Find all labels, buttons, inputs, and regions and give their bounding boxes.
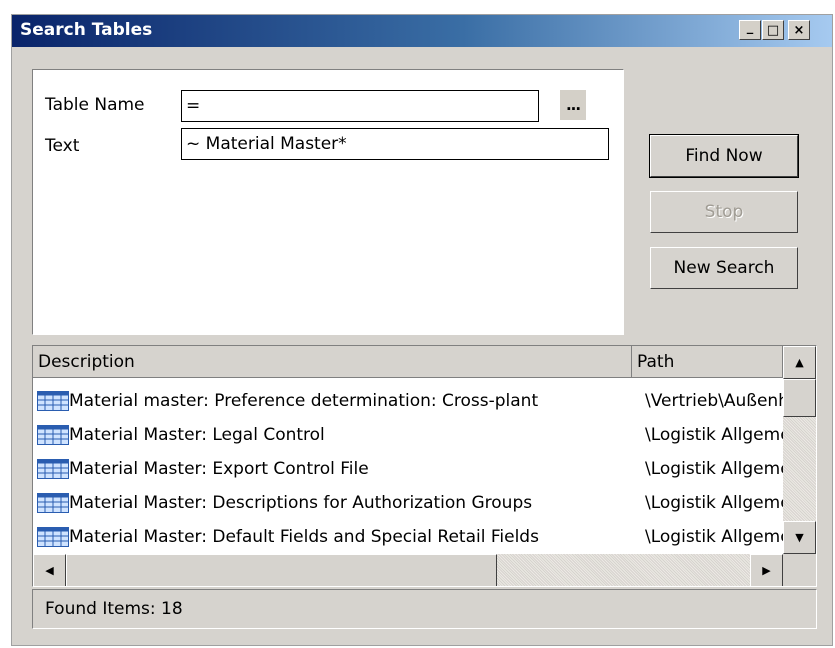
search-tables-window: Search Tables _ □ × Table Name = ... Tex… — [11, 14, 833, 646]
row-description: Material master: Preference determinatio… — [69, 391, 539, 411]
found-items-text: Found Items: 18 — [45, 599, 183, 619]
arrow-down-icon: ▼ — [795, 531, 804, 544]
status-bar: Found Items: 18 — [32, 589, 817, 629]
table-name-input[interactable]: = — [181, 90, 539, 122]
horizontal-scroll-thumb[interactable] — [66, 554, 497, 586]
results-list[interactable]: Description Path Material master: Prefer… — [32, 345, 817, 587]
table-row[interactable]: Material Master: Export Control File \Lo… — [33, 452, 783, 486]
table-row[interactable]: Material Master: Descriptions for Author… — [33, 486, 783, 520]
scroll-right-button[interactable]: ▶ — [750, 554, 783, 586]
table-icon — [37, 391, 69, 411]
row-path: \Vertrieb\Außenh — [645, 391, 783, 411]
close-button[interactable]: × — [788, 20, 810, 40]
minimize-icon: _ — [746, 19, 754, 35]
arrow-right-icon: ▶ — [762, 564, 771, 577]
table-icon — [37, 459, 69, 479]
table-icon — [37, 425, 69, 445]
scroll-up-button[interactable]: ▲ — [783, 346, 816, 379]
browse-button[interactable]: ... — [560, 90, 586, 120]
maximize-button[interactable]: □ — [762, 20, 784, 40]
scroll-left-button[interactable]: ◀ — [33, 554, 66, 586]
minimize-button[interactable]: _ — [739, 20, 761, 40]
table-name-label: Table Name — [45, 95, 145, 115]
row-description: Material Master: Default Fields and Spec… — [69, 527, 539, 547]
arrow-left-icon: ◀ — [45, 564, 54, 577]
row-description: Material Master: Descriptions for Author… — [69, 493, 533, 513]
row-description: Material Master: Legal Control — [69, 425, 325, 445]
title-bar[interactable]: Search Tables _ □ × — [12, 15, 832, 47]
text-label: Text — [45, 136, 80, 156]
row-path: \Logistik Allgemein — [645, 527, 783, 547]
column-header-description[interactable]: Description — [33, 346, 632, 378]
arrow-up-icon: ▲ — [795, 356, 804, 369]
row-path: \Logistik Allgemein — [645, 425, 783, 445]
table-icon — [37, 493, 69, 513]
vertical-scrollbar[interactable]: ▲ ▼ — [783, 346, 816, 554]
table-icon — [37, 527, 69, 547]
stop-button[interactable]: Stop — [650, 191, 798, 233]
horizontal-scrollbar[interactable]: ◀ ▶ — [33, 554, 783, 586]
table-row[interactable]: Material master: Preference determinatio… — [33, 384, 783, 418]
table-row[interactable]: Material Master: Default Fields and Spec… — [33, 520, 783, 554]
search-criteria-panel: Table Name = ... Text ~ Material Master* — [32, 69, 624, 335]
vertical-scroll-thumb[interactable] — [783, 379, 816, 417]
row-path: \Logistik Allgemein — [645, 493, 783, 513]
scroll-down-button[interactable]: ▼ — [783, 521, 816, 554]
text-input[interactable]: ~ Material Master* — [181, 128, 609, 160]
column-header-path[interactable]: Path — [632, 346, 783, 378]
find-now-button[interactable]: Find Now — [649, 134, 799, 178]
window-title: Search Tables — [20, 20, 153, 40]
close-icon: × — [793, 22, 805, 38]
scroll-corner — [783, 554, 816, 586]
new-search-button[interactable]: New Search — [650, 247, 798, 289]
maximize-icon: □ — [766, 22, 780, 38]
table-row[interactable]: Material Master: Legal Control \Logistik… — [33, 418, 783, 452]
row-description: Material Master: Export Control File — [69, 459, 369, 479]
row-path: \Logistik Allgemein — [645, 459, 783, 479]
